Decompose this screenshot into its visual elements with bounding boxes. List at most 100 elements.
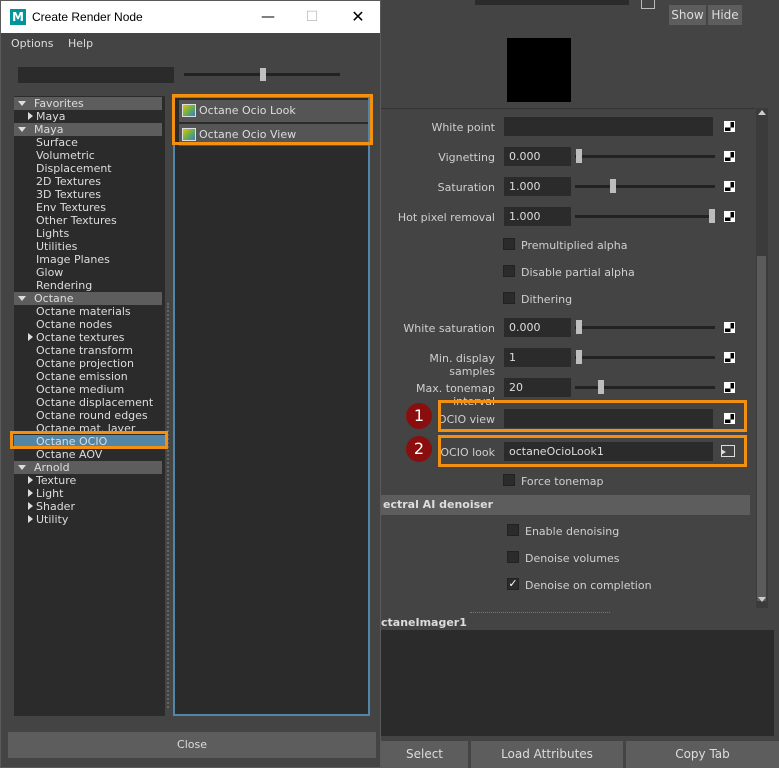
tree-item-octane-displacement[interactable]: Octane displacement bbox=[36, 396, 153, 409]
tree-item-volumetric[interactable]: Volumetric bbox=[36, 149, 95, 162]
notes-area[interactable] bbox=[381, 630, 774, 736]
denoise-on-completion-checkbox[interactable]: ✓ bbox=[507, 578, 519, 590]
slider-knob[interactable] bbox=[576, 350, 582, 364]
expand-arrow-icon[interactable] bbox=[28, 333, 33, 341]
expand-arrow-icon[interactable] bbox=[28, 502, 33, 510]
frame-icon[interactable] bbox=[641, 0, 655, 9]
tree-item-displacement[interactable]: Displacement bbox=[36, 162, 112, 175]
attr-hot-pixel: Hot pixel removal 1.000 bbox=[381, 207, 755, 229]
white-point-field[interactable] bbox=[504, 117, 713, 136]
expand-arrow-icon[interactable] bbox=[28, 112, 33, 120]
tree-item-surface[interactable]: Surface bbox=[36, 136, 78, 149]
texture-map-icon[interactable] bbox=[724, 151, 735, 162]
max-tonemap-slider[interactable] bbox=[575, 386, 715, 389]
texture-map-icon[interactable] bbox=[724, 322, 735, 333]
item-label: Utility bbox=[36, 513, 69, 526]
tree-item-octane-emission[interactable]: Octane emission bbox=[36, 370, 128, 383]
attribute-scrollbar[interactable] bbox=[756, 108, 768, 608]
denoise-volumes-checkbox[interactable] bbox=[507, 551, 519, 563]
denoiser-section-header[interactable]: ectral AI denoiser bbox=[381, 495, 750, 515]
slider-knob[interactable] bbox=[610, 179, 616, 193]
texture-map-icon[interactable] bbox=[724, 211, 735, 222]
tree-item-octane-round-edges[interactable]: Octane round edges bbox=[36, 409, 148, 422]
texture-map-icon[interactable] bbox=[724, 181, 735, 192]
scroll-down-icon[interactable] bbox=[758, 597, 766, 602]
tree-item-utilities[interactable]: Utilities bbox=[36, 240, 77, 253]
expand-arrow-icon[interactable] bbox=[28, 476, 33, 484]
checkbox-label: Enable denoising bbox=[525, 525, 620, 538]
menu-help[interactable]: Help bbox=[68, 37, 93, 50]
show-button[interactable]: Show bbox=[669, 5, 706, 25]
tree-item-octane-medium[interactable]: Octane medium bbox=[36, 383, 124, 396]
filter-input[interactable] bbox=[18, 67, 174, 83]
white-saturation-slider[interactable] bbox=[575, 326, 715, 329]
tree-item-other-textures[interactable]: Other Textures bbox=[36, 214, 117, 227]
tree-item-env-textures[interactable]: Env Textures bbox=[36, 201, 106, 214]
tree-category-favorites[interactable]: Favorites bbox=[14, 97, 162, 110]
expand-arrow-icon[interactable] bbox=[28, 489, 33, 497]
minimize-icon[interactable]: — bbox=[260, 9, 276, 25]
premultiplied-alpha-checkbox[interactable] bbox=[503, 238, 515, 250]
tree-item-lights[interactable]: Lights bbox=[36, 227, 69, 240]
tree-item-octane-transform[interactable]: Octane transform bbox=[36, 344, 133, 357]
tree-category-arnold[interactable]: Arnold bbox=[14, 461, 162, 474]
attribute-panel: White point Vignetting 0.000 Saturation … bbox=[381, 108, 755, 608]
saturation-field[interactable]: 1.000 bbox=[504, 177, 571, 196]
tree-item-image-planes[interactable]: Image Planes bbox=[36, 253, 110, 266]
title-bar[interactable]: M Create Render Node — ☐ ✕ bbox=[1, 1, 380, 33]
enable-denoising-checkbox[interactable] bbox=[507, 524, 519, 536]
tree-item-3d-textures[interactable]: 3D Textures bbox=[36, 188, 101, 201]
category-label: Favorites bbox=[34, 97, 84, 110]
hot-pixel-slider[interactable] bbox=[575, 215, 715, 218]
expand-arrow-icon[interactable] bbox=[28, 515, 33, 523]
attr-label: White point bbox=[431, 121, 495, 134]
tree-item-octane-projection[interactable]: Octane projection bbox=[36, 357, 134, 370]
texture-map-icon[interactable] bbox=[724, 121, 735, 132]
maximize-icon[interactable]: ☐ bbox=[304, 9, 320, 25]
white-saturation-field[interactable]: 0.000 bbox=[504, 318, 571, 337]
select-button[interactable]: Select bbox=[381, 741, 468, 768]
collapse-arrow-icon[interactable] bbox=[18, 296, 26, 301]
toolbar-field[interactable] bbox=[475, 0, 629, 5]
step-badge-1: 1 bbox=[406, 403, 432, 429]
saturation-slider[interactable] bbox=[575, 185, 715, 188]
texture-map-icon[interactable] bbox=[724, 352, 735, 363]
scroll-thumb[interactable] bbox=[757, 256, 766, 601]
slider-knob[interactable] bbox=[598, 380, 604, 394]
collapse-arrow-icon[interactable] bbox=[18, 127, 26, 132]
force-tonemap-checkbox[interactable] bbox=[503, 474, 515, 486]
item-label: Texture bbox=[36, 474, 77, 487]
tree-item-glow[interactable]: Glow bbox=[36, 266, 63, 279]
min-display-field[interactable]: 1 bbox=[504, 348, 571, 367]
tree-item-octane-materials[interactable]: Octane materials bbox=[36, 305, 131, 318]
min-display-slider[interactable] bbox=[575, 356, 715, 359]
texture-map-icon[interactable] bbox=[724, 382, 735, 393]
tree-item-2d-textures[interactable]: 2D Textures bbox=[36, 175, 101, 188]
collapse-arrow-icon[interactable] bbox=[18, 101, 26, 106]
scroll-up-icon[interactable] bbox=[758, 110, 766, 115]
tree-item-octane-nodes[interactable]: Octane nodes bbox=[36, 318, 112, 331]
slider-knob[interactable] bbox=[576, 320, 582, 334]
item-label: Octane textures bbox=[36, 331, 125, 344]
hide-button[interactable]: Hide bbox=[708, 5, 742, 25]
slider-knob[interactable] bbox=[709, 209, 715, 223]
disable-partial-alpha-checkbox[interactable] bbox=[503, 265, 515, 277]
tree-item-octane-aov[interactable]: Octane AOV bbox=[36, 448, 102, 461]
max-tonemap-field[interactable]: 20 bbox=[504, 378, 571, 397]
close-button[interactable]: Close bbox=[8, 732, 376, 758]
dithering-checkbox[interactable] bbox=[503, 292, 515, 304]
vignetting-slider[interactable] bbox=[575, 155, 715, 158]
copy-tab-button[interactable]: Copy Tab bbox=[626, 741, 779, 768]
menu-options[interactable]: Options bbox=[11, 37, 53, 50]
pane-splitter[interactable] bbox=[167, 303, 169, 708]
slider-knob[interactable] bbox=[260, 68, 266, 81]
vignetting-field[interactable]: 0.000 bbox=[504, 147, 571, 166]
hot-pixel-field[interactable]: 1.000 bbox=[504, 207, 571, 226]
tree-item-rendering[interactable]: Rendering bbox=[36, 279, 92, 292]
slider-knob[interactable] bbox=[576, 149, 582, 163]
close-icon[interactable]: ✕ bbox=[350, 9, 366, 25]
load-attributes-button[interactable]: Load Attributes bbox=[471, 741, 623, 768]
tree-category-octane[interactable]: Octane bbox=[14, 292, 162, 305]
tree-category-maya[interactable]: Maya bbox=[14, 123, 162, 136]
collapse-arrow-icon[interactable] bbox=[18, 465, 26, 470]
